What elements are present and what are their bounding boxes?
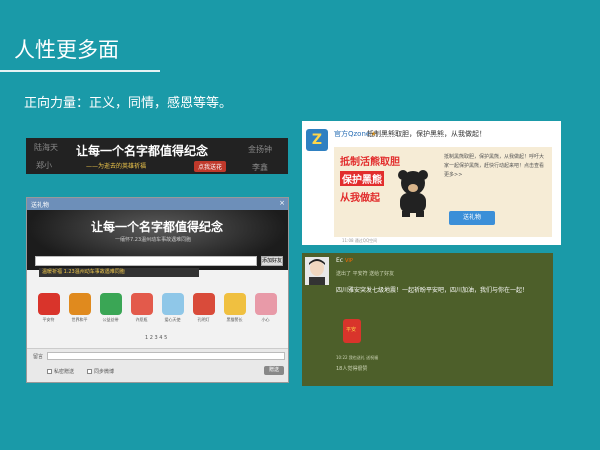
- comment-body: 四川雅安突发七级地震！一起祈盼平安吧，四川加油，我们与你在一起！: [336, 287, 529, 294]
- notice-bar: 温暖祈福 1.23温州动车事故遇难同胞: [39, 268, 199, 277]
- gift-item[interactable]: 世界和平: [66, 293, 93, 323]
- gift-item[interactable]: 爱心天使: [159, 293, 186, 323]
- close-icon[interactable]: ×: [279, 199, 285, 207]
- wish-bottle-icon: [130, 293, 153, 315]
- post-poster: 抵制活熊取胆 保护黑熊 从我做起 抵制黑熊取胆，保护黑熊，从我做起！呼吁大家一起…: [334, 147, 552, 237]
- qzone-post: Z 官方Qzone★ 抵制黑熊取胆，保护黑熊，从我做起！ 抵制活熊取胆 保护黑熊…: [302, 121, 561, 245]
- slide-subtitle: 正向力量：正义，同情，感恩等等。: [24, 96, 233, 111]
- comment-author[interactable]: Ec VIP: [336, 257, 353, 264]
- poster-slogan: 保护黑熊: [340, 171, 384, 186]
- title-divider: [0, 70, 160, 72]
- gift-window: 送礼物 × 让每一个名字都值得纪念 一缅怀7.23温州动车事故遇难同胞 添加好友…: [26, 197, 289, 383]
- banner-subline: ——为逝去的英雄祈福: [86, 163, 147, 170]
- gift-item[interactable]: 小心: [252, 293, 279, 323]
- pagination[interactable]: 1 2 3 4 5: [145, 335, 167, 341]
- window-title: 送礼物: [31, 202, 50, 209]
- lantern-icon: [192, 293, 215, 315]
- post-meta: 11:08 通过QQ空间: [342, 238, 378, 243]
- gift-item[interactable]: 许愿瓶: [128, 293, 155, 323]
- charm-icon: 平安: [343, 319, 361, 343]
- gift-item[interactable]: 孔明灯: [190, 293, 217, 323]
- gift-item[interactable]: 黑猫警长: [221, 293, 248, 323]
- banner-bg-name: 金扬钟: [248, 145, 272, 154]
- memorial-banner[interactable]: 陆海天 金扬钟 郑小 李鑫 让每一个名字都值得纪念 ——为逝去的英雄祈福 点我送…: [26, 138, 288, 174]
- cat-icon: [223, 293, 246, 315]
- likes-count[interactable]: 18人觉得很赞: [336, 365, 367, 372]
- send-gift-button[interactable]: 送礼物: [449, 211, 495, 225]
- peace-icon: [68, 293, 91, 315]
- banner-bg-name: 郑小: [36, 161, 52, 170]
- charm-icon: [37, 293, 60, 315]
- private-checkbox[interactable]: 私密赠送: [47, 368, 74, 375]
- banner-bg-name: 陆海天: [34, 143, 58, 152]
- poster-slogan: 从我做起: [340, 193, 380, 204]
- banner-button[interactable]: 点我送花: [194, 161, 227, 172]
- send-gift-button[interactable]: 赠送: [264, 366, 284, 375]
- message-input[interactable]: [47, 352, 285, 360]
- gift-item[interactable]: 公益丝带: [97, 293, 124, 323]
- qzone-logo-icon: Z: [306, 129, 328, 151]
- black-bear-icon: [398, 170, 428, 217]
- window-footer: 留言 私密赠送 同步微博 赠送: [27, 348, 288, 382]
- window-titlebar: 送礼物 ×: [27, 198, 288, 210]
- angel-icon: [161, 293, 184, 315]
- comment-action: 送出了 平安符 送给了好友: [336, 271, 395, 277]
- sync-checkbox[interactable]: 同步微博: [87, 368, 114, 375]
- gift-item[interactable]: 平安符: [35, 293, 62, 323]
- banner-bg-name: 李鑫: [252, 163, 268, 172]
- gift-feed-item: Ec VIP 送出了 平安符 送给了好友 四川雅安突发七级地震！一起祈盼平安吧，…: [302, 253, 553, 386]
- gift-list: 平安符 世界和平 公益丝带 许愿瓶 爱心天使 孔明灯 黑猫警长 小心: [35, 293, 285, 323]
- message-label: 留言: [33, 354, 44, 360]
- add-friend-button[interactable]: 添加好友: [261, 256, 283, 266]
- banner-headline: 让每一个名字都值得纪念: [76, 144, 209, 158]
- ribbon-icon: [99, 293, 122, 315]
- avatar[interactable]: [305, 257, 329, 285]
- post-text: 抵制黑熊取胆，保护黑熊，从我做起！: [367, 130, 486, 138]
- friend-input[interactable]: [35, 256, 257, 266]
- heart-icon: [254, 293, 277, 315]
- slide-title: 人性更多面: [14, 38, 119, 62]
- vip-badge: VIP: [345, 258, 353, 264]
- hero-headline: 让每一个名字都值得纪念: [91, 220, 224, 234]
- poster-slogan: 抵制活熊取胆: [340, 157, 400, 168]
- hero-subline: 一缅怀7.23温州动车事故遇难同胞: [115, 237, 192, 243]
- comment-meta: 10:22 我也送礼 送祝福: [336, 355, 379, 360]
- poster-description: 抵制黑熊取胆，保护黑熊，从我做起！呼吁大家一起保护黑熊，赶快行动起来吧！点击查看…: [444, 154, 545, 178]
